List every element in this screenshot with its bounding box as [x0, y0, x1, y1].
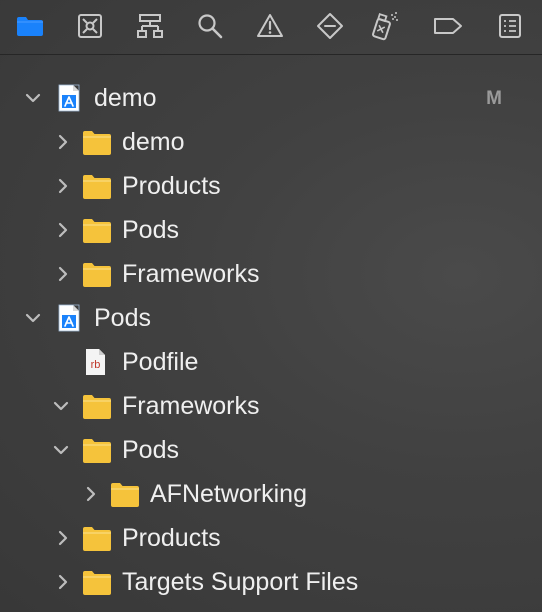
issue-navigator-button[interactable]	[254, 10, 286, 42]
project-navigator-button[interactable]	[14, 10, 46, 42]
folder-icon	[83, 131, 111, 155]
tree-row-pods-project[interactable]: Pods	[0, 296, 542, 340]
tree-item-label: demo	[94, 84, 157, 112]
folder-icon	[83, 175, 111, 199]
tree-item-label: Pods	[122, 436, 179, 464]
report-navigator-button[interactable]	[494, 10, 526, 42]
tree-item-label: Frameworks	[122, 392, 260, 420]
project-icon	[58, 84, 80, 112]
chevron-down-icon[interactable]	[24, 89, 42, 107]
tree-row-afnetworking[interactable]: AFNetworking	[0, 472, 542, 516]
source-control-icon	[78, 14, 102, 38]
chevron-right-icon[interactable]	[54, 265, 72, 283]
find-navigator-button[interactable]	[194, 10, 226, 42]
tree-row-demo-folder[interactable]: demo	[0, 120, 542, 164]
chevron-down-icon[interactable]	[52, 397, 70, 415]
tree-item-label: demo	[122, 128, 185, 156]
tree-item-label: Products	[122, 172, 221, 200]
folder-icon	[17, 17, 43, 36]
symbol-navigator-button[interactable]	[134, 10, 166, 42]
tree-item-label: AFNetworking	[150, 480, 307, 508]
toolbar-divider	[0, 54, 542, 55]
tree-row-podfile[interactable]: rb Podfile	[0, 340, 542, 384]
tree-row-products-folder[interactable]: Products	[0, 164, 542, 208]
chevron-right-icon[interactable]	[54, 177, 72, 195]
chevron-right-icon[interactable]	[82, 485, 100, 503]
tree-row-frameworks-expanded[interactable]: Frameworks	[0, 384, 542, 428]
folder-icon	[83, 263, 111, 287]
search-icon	[198, 14, 223, 39]
hierarchy-icon	[137, 14, 163, 38]
tree-item-label: Pods	[122, 216, 179, 244]
tree-item-label: Podfile	[122, 348, 199, 376]
file-type-tag: rb	[91, 359, 101, 371]
folder-icon	[83, 439, 111, 463]
chevron-right-icon[interactable]	[54, 529, 72, 547]
test-navigator-button[interactable]	[314, 10, 346, 42]
modified-badge: M	[486, 88, 502, 109]
report-list-icon	[499, 14, 521, 38]
chevron-right-icon[interactable]	[54, 221, 72, 239]
folder-icon	[83, 395, 111, 419]
folder-icon	[83, 219, 111, 243]
source-control-button[interactable]	[74, 10, 106, 42]
project-icon	[58, 304, 80, 332]
project-navigator-tree: demo M demo Products Pods Frameworks Pod…	[0, 76, 542, 604]
ruby-file-icon: rb	[86, 349, 105, 375]
folder-icon	[83, 527, 111, 551]
chevron-right-icon[interactable]	[54, 573, 72, 591]
tree-row-pods-folder[interactable]: Pods	[0, 208, 542, 252]
breakpoint-tag-icon	[434, 18, 462, 34]
breakpoint-navigator-button[interactable]	[432, 10, 464, 42]
chevron-down-icon[interactable]	[24, 309, 42, 327]
tree-item-label: Products	[122, 524, 221, 552]
tree-row-pods-expanded[interactable]: Pods	[0, 428, 542, 472]
tree-item-label: Targets Support Files	[122, 568, 359, 596]
warning-icon	[257, 14, 283, 37]
tree-item-label: Pods	[94, 304, 151, 332]
tree-row-frameworks-folder[interactable]: Frameworks	[0, 252, 542, 296]
chevron-down-icon[interactable]	[52, 441, 70, 459]
tree-row-demo-project[interactable]: demo M	[0, 76, 542, 120]
tree-row-targets-support-files[interactable]: Targets Support Files	[0, 560, 542, 604]
folder-icon	[83, 571, 111, 595]
folder-icon	[111, 483, 139, 507]
navigator-toolbar	[0, 0, 542, 54]
debug-spray-icon	[372, 12, 398, 41]
debug-navigator-button[interactable]	[368, 10, 400, 42]
tree-row-products[interactable]: Products	[0, 516, 542, 560]
test-diamond-icon	[317, 13, 343, 39]
chevron-right-icon[interactable]	[54, 133, 72, 151]
tree-item-label: Frameworks	[122, 260, 260, 288]
